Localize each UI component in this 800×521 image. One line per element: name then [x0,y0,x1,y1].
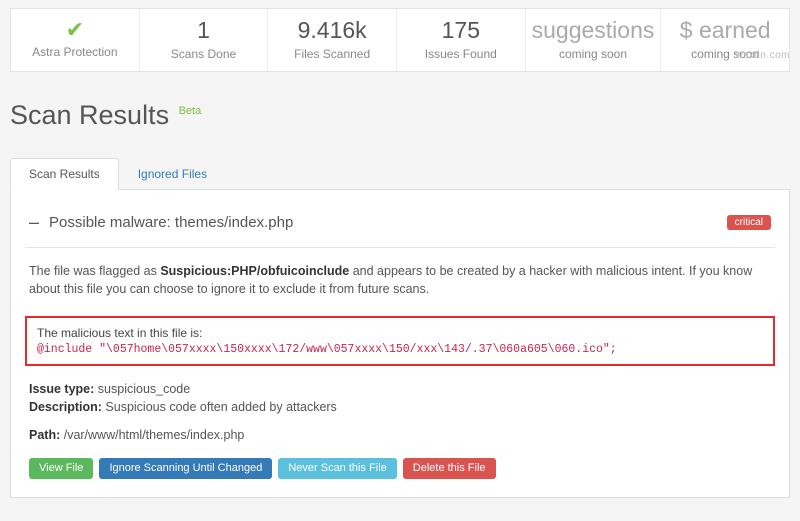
delete-file-button[interactable]: Delete this File [403,458,496,479]
issue-header[interactable]: – Possible malware: themes/index.php cri… [25,204,775,248]
collapse-icon[interactable]: – [29,212,39,233]
stat-earned: $ earned coming soon [661,9,789,71]
malicious-code: @include "\057home\057xxxx\150xxxx\172/w… [37,343,763,356]
beta-badge: Beta [179,105,202,117]
page-title-text: Scan Results [10,100,169,130]
stat-issues-found: 175 Issues Found [397,9,526,71]
tabs: Scan Results Ignored Files [10,157,790,190]
issue-type-value: suspicious_code [94,382,190,396]
tab-ignored-files[interactable]: Ignored Files [119,158,226,190]
stat-value: 175 [403,17,519,45]
stat-value: 9.416k [274,17,390,45]
issue-type-label: Issue type: [29,382,94,396]
stat-protection: ✔ Astra Protection [11,9,140,71]
malicious-label: The malicious text in this file is: [37,326,763,340]
stat-label: Astra Protection [17,45,133,59]
action-row: View File Ignore Scanning Until Changed … [25,450,775,483]
view-file-button[interactable]: View File [29,458,93,479]
check-icon: ✔ [17,17,133,43]
stat-scans-done: 1 Scans Done [140,9,269,71]
stat-label: Scans Done [146,47,262,61]
stat-value: $ earned [667,17,783,45]
stat-label: coming soon [532,47,655,61]
description-label: Description: [29,400,102,414]
issue-title: Possible malware: themes/index.php [49,214,727,231]
stat-value: suggestions [532,17,655,45]
stats-row: ✔ Astra Protection 1 Scans Done 9.416k F… [10,8,790,72]
tab-scan-results[interactable]: Scan Results [10,158,119,190]
watermark: wsxdn.com [735,50,790,61]
stat-value: 1 [146,17,262,45]
issue-meta: Issue type: suspicious_code Description:… [25,374,775,450]
desc-pre: The file was flagged as [29,264,160,278]
malicious-text-box: The malicious text in this file is: @inc… [25,316,775,366]
page-title: Scan Results Beta [10,100,790,131]
stat-suggestions: suggestions coming soon [526,9,662,71]
severity-badge: critical [727,215,771,230]
never-scan-button[interactable]: Never Scan this File [278,458,396,479]
ignore-until-changed-button[interactable]: Ignore Scanning Until Changed [99,458,272,479]
path-label: Path: [29,428,60,442]
desc-signature: Suspicious:PHP/obfuicoinclude [160,264,349,278]
stat-label: Issues Found [403,47,519,61]
stat-label: Files Scanned [274,47,390,61]
path-value: /var/www/html/themes/index.php [60,428,244,442]
issue-description: The file was flagged as Suspicious:PHP/o… [25,248,775,308]
description-value: Suspicious code often added by attackers [102,400,337,414]
results-panel: – Possible malware: themes/index.php cri… [10,190,790,499]
stat-files-scanned: 9.416k Files Scanned [268,9,397,71]
